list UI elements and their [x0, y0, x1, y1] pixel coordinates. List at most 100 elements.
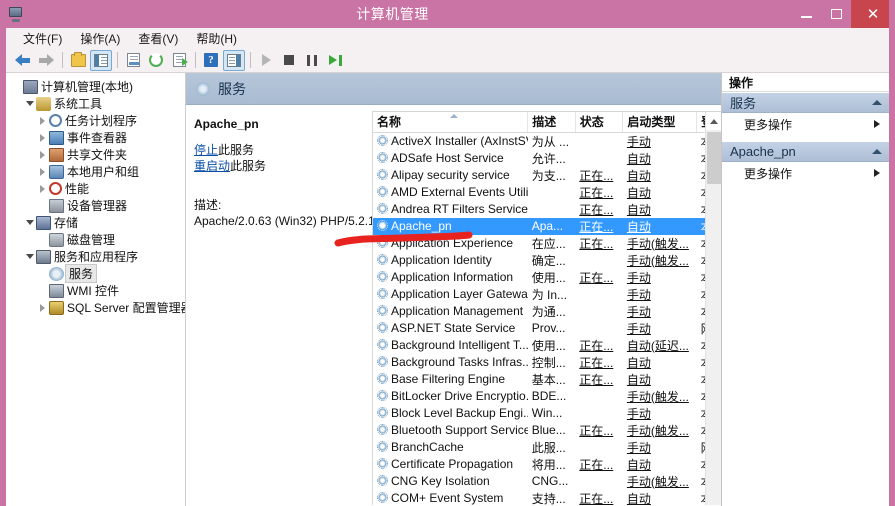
table-row[interactable]: Certificate Propagation将用...正在...自动本 [373, 456, 721, 473]
restart-service-button[interactable] [324, 50, 346, 71]
show-action-pane-button[interactable] [223, 49, 245, 71]
scrollbar-thumb[interactable] [707, 132, 721, 184]
column-header-status[interactable]: 状态 [575, 112, 624, 133]
column-header-description[interactable]: 描述 [527, 112, 576, 133]
minimize-button[interactable] [791, 0, 821, 28]
table-row[interactable]: AMD External Events Utility正在...自动本 [373, 184, 721, 201]
tree-node[interactable]: 事件查看器 [6, 129, 185, 146]
services-listbox[interactable]: 名称描述状态启动类型登 ActiveX Installer (AxInstSV)… [372, 111, 721, 505]
table-row[interactable]: CNG Key IsolationCNG...手动(触发...本 [373, 473, 721, 490]
actions-group-header[interactable]: 服务 [722, 92, 889, 113]
service-gear-icon [377, 390, 388, 401]
properties-button[interactable] [122, 50, 144, 71]
tree-node[interactable]: 服务 [6, 264, 185, 283]
table-row[interactable]: Background Tasks Infras...控制...正在...自动本 [373, 354, 721, 371]
list-vertical-scrollbar[interactable] [705, 112, 721, 505]
chevron-up-icon[interactable] [872, 100, 882, 105]
table-row[interactable]: Application Layer Gatewa...为 In...手动本 [373, 286, 721, 303]
close-button[interactable]: ✕ [851, 0, 889, 28]
tree-node[interactable]: 系统工具 [6, 95, 185, 112]
tree-node[interactable]: 服务和应用程序 [6, 248, 185, 265]
table-row[interactable]: BitLocker Drive Encryptio... BDE... 手动(触发.… [373, 388, 721, 405]
menu-view[interactable]: 查看(V) [129, 28, 187, 49]
forward-button[interactable] [35, 50, 57, 71]
table-row[interactable]: Block Level Backup Engi...Win...手动本 [373, 405, 721, 422]
tree-node[interactable]: 共享文件夹 [6, 146, 185, 163]
chevron-right-icon[interactable] [36, 165, 49, 178]
srvapp-icon [36, 249, 51, 264]
tree-node[interactable]: 本地用户和组 [6, 163, 185, 180]
table-row[interactable]: Andrea RT Filters Service正在...自动本 [373, 201, 721, 218]
table-row[interactable]: Background Intelligent T... 使用... 正在... 自动(… [373, 337, 721, 354]
table-row[interactable]: COM+ Event System支持...正在...自动本 [373, 490, 721, 505]
tree-node[interactable]: 设备管理器 [6, 197, 185, 214]
cell-description: Apa... [527, 217, 576, 235]
chevron-right-icon[interactable] [36, 131, 49, 144]
stop-service-link-row[interactable]: 停止此服务 [194, 143, 363, 158]
menu-help[interactable]: 帮助(H) [187, 28, 246, 49]
service-gear-icon [377, 203, 388, 214]
tree-node[interactable]: 性能 [6, 180, 185, 197]
chevron-right-icon[interactable] [36, 148, 49, 161]
table-row[interactable]: Application Experience 在应... 正在... 手动(触发...… [373, 235, 721, 252]
column-header-startup[interactable]: 启动类型 [622, 112, 698, 133]
tree-node[interactable]: WMI 控件 [6, 282, 185, 299]
table-row[interactable]: Application Identity确定...手动(触发...本 [373, 252, 721, 269]
maximize-button[interactable] [821, 0, 851, 28]
tree-node[interactable]: 存储 [6, 214, 185, 231]
stop-service-link[interactable]: 停止 [194, 143, 218, 157]
restart-service-link-row[interactable]: 重启动此服务 [194, 159, 363, 174]
actions-menu-item[interactable]: 更多操作 [722, 162, 889, 184]
chevron-up-icon[interactable] [872, 149, 882, 154]
service-gear-icon [377, 169, 388, 180]
actions-menu-item[interactable]: 更多操作 [722, 113, 889, 135]
scroll-up-button[interactable] [706, 112, 721, 130]
refresh-button[interactable] [145, 50, 167, 71]
menu-file[interactable]: 文件(F) [14, 28, 71, 49]
chevron-down-icon[interactable] [23, 216, 36, 229]
show-hide-console-tree-button[interactable] [90, 49, 112, 71]
table-row[interactable]: Apache_pnApa...正在...自动本 [373, 217, 721, 235]
export-list-button[interactable] [168, 50, 190, 71]
toolbar-separator [195, 52, 196, 68]
table-row[interactable]: BranchCache此服...手动网 [373, 439, 721, 456]
tree-node[interactable]: 计算机管理(本地) [6, 78, 185, 95]
table-row[interactable]: ASP.NET State ServiceProv...手动网 [373, 320, 721, 337]
cell-name: Andrea RT Filters Service [373, 201, 528, 218]
help-button[interactable]: ? [200, 50, 222, 71]
tree-node[interactable]: SQL Server 配置管理器 [6, 299, 185, 316]
chevron-down-icon[interactable] [23, 97, 36, 110]
cell-text: 自动 [626, 219, 651, 234]
console-tree[interactable]: 计算机管理(本地) 系统工具 任务计划程序 事件查看器 共享文件夹 本地用户和组 性能 设备管… [6, 73, 186, 506]
column-header-name[interactable]: 名称 [373, 112, 529, 133]
cell-status: 正在... [575, 235, 623, 252]
actions-group-header[interactable]: Apache_pn [722, 141, 889, 162]
start-service-button[interactable] [255, 50, 277, 71]
chevron-right-icon[interactable] [36, 182, 49, 195]
pause-service-button[interactable] [301, 50, 323, 71]
services-table[interactable]: 名称描述状态启动类型登 ActiveX Installer (AxInstSV)… [373, 112, 721, 505]
cell-text: 自动 [626, 151, 651, 166]
table-row[interactable]: Alipay security service为支...正在...自动本 [373, 167, 721, 184]
restart-service-link[interactable]: 重启动 [194, 159, 230, 173]
chevron-down-icon[interactable] [23, 250, 36, 263]
table-row[interactable]: Application Management为通...手动本 [373, 303, 721, 320]
chevron-right-icon[interactable] [36, 301, 49, 314]
menu-action[interactable]: 操作(A) [71, 28, 129, 49]
table-row[interactable]: ActiveX Installer (AxInstSV)为从 ...手动本 [373, 132, 721, 150]
cell-status: 正在... [575, 337, 623, 354]
tree-node[interactable]: 磁盘管理 [6, 231, 185, 248]
table-row[interactable]: ADSafe Host Service允许...自动本 [373, 150, 721, 167]
back-button[interactable] [12, 50, 34, 71]
stop-service-button[interactable] [278, 50, 300, 71]
cell-description: CNG... [528, 473, 576, 490]
service-name-text: COM+ Event System [391, 491, 504, 505]
up-folder-button[interactable] [67, 50, 89, 71]
table-row[interactable]: Bluetooth Support Service Blue... 正在... 手动(… [373, 422, 721, 439]
table-row[interactable]: Application Information使用...正在...手动本 [373, 269, 721, 286]
chevron-right-icon[interactable] [36, 114, 49, 127]
tree-node[interactable]: 任务计划程序 [6, 112, 185, 129]
cell-text: BDE... [531, 389, 567, 403]
table-body: ActiveX Installer (AxInstSV)为从 ...手动本ADS… [373, 132, 721, 505]
table-row[interactable]: Base Filtering Engine基本...正在...自动本 [373, 371, 721, 388]
